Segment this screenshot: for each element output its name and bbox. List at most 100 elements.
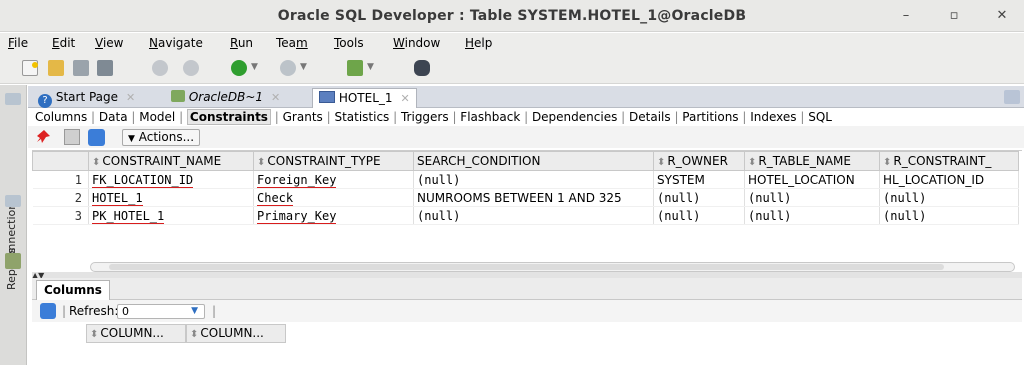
forward-icon[interactable] (280, 60, 296, 76)
cell-r-table-name[interactable]: (null) (744, 206, 880, 225)
cell-constraint-type[interactable]: Check (253, 188, 414, 207)
dock-icon-2[interactable] (5, 195, 21, 207)
back-icon[interactable] (231, 60, 247, 76)
binoculars-icon[interactable] (414, 60, 430, 76)
tab-partitions[interactable]: Partitions (682, 110, 738, 124)
close-tab-icon[interactable]: ✕ (271, 91, 280, 104)
tab-hotel-1[interactable]: HOTEL_1 ✕ (312, 88, 417, 108)
table-row[interactable]: 1 FK_LOCATION_ID Foreign_Key (null) SYST… (32, 170, 1019, 189)
refresh-icon[interactable] (40, 303, 56, 319)
new-icon[interactable] (22, 60, 38, 76)
close-tab-icon[interactable]: ✕ (126, 91, 135, 104)
menu-help[interactable]: Help (465, 36, 492, 50)
column-header-column-2[interactable]: ⬍ COLUMN... (186, 324, 286, 343)
column-header-constraint-name[interactable]: ⬍ CONSTRAINT_NAME (88, 151, 254, 171)
cell-r-constraint[interactable]: HL_LOCATION_ID (879, 170, 1019, 189)
row-number: 1 (32, 170, 89, 189)
column-header-r-owner[interactable]: ⬍ R_OWNER (653, 151, 745, 171)
tab-model[interactable]: Model (139, 110, 175, 124)
close-button[interactable]: ✕ (993, 7, 1011, 25)
cell-search-condition[interactable]: (null) (413, 206, 654, 225)
cell-r-owner[interactable]: (null) (653, 188, 745, 207)
table-row[interactable]: 2 HOTEL_1 Check NUMROOMS BETWEEN 1 AND 3… (32, 188, 1019, 207)
cell-r-owner[interactable]: SYSTEM (653, 170, 745, 189)
horizontal-scrollbar[interactable] (90, 262, 1015, 272)
tab-start-page[interactable]: ? Start Page ✕ (32, 88, 141, 108)
tab-grants[interactable]: Grants (283, 110, 323, 124)
menu-view[interactable]: View (95, 36, 123, 50)
scrollbar-thumb[interactable] (109, 264, 944, 270)
database-icon (171, 90, 185, 102)
tab-sql[interactable]: SQL (808, 110, 832, 124)
cell-constraint-name[interactable]: PK_HOTEL_1 (88, 206, 254, 225)
left-dock-strip: Connections Reports (0, 85, 27, 365)
column-header-r-constraint[interactable]: ⬍ R_CONSTRAINT_ (879, 151, 1019, 171)
menu-tools[interactable]: Tools (334, 36, 364, 50)
menu-navigate[interactable]: Navigate (149, 36, 203, 50)
minimize-button[interactable]: – (897, 7, 915, 25)
cell-r-table-name[interactable]: (null) (744, 188, 880, 207)
tab-list-icon[interactable] (1004, 90, 1020, 104)
row-number: 3 (32, 206, 89, 225)
tab-bottom-columns[interactable]: Columns (36, 280, 110, 300)
window-title: Oracle SQL Developer : Table SYSTEM.HOTE… (277, 8, 747, 24)
reports-icon[interactable] (5, 253, 21, 269)
table-row[interactable]: 3 PK_HOTEL_1 Primary_Key (null) (null) (… (32, 206, 1019, 225)
sql-dropdown-icon[interactable]: ▼ (367, 62, 374, 72)
dock-icon[interactable] (5, 93, 21, 105)
menu-window[interactable]: Window (393, 36, 440, 50)
open-folder-icon[interactable] (48, 60, 64, 76)
cell-r-owner[interactable]: (null) (653, 206, 745, 225)
refresh-interval-select[interactable]: 0 ▼ (117, 304, 205, 319)
column-header-column-1[interactable]: ⬍ COLUMN... (86, 324, 186, 343)
dropdown-arrow-icon: ▼ (128, 134, 135, 144)
cell-search-condition[interactable]: NUMROOMS BETWEEN 1 AND 325 (413, 188, 654, 207)
redo-icon[interactable] (183, 60, 199, 76)
cell-r-constraint[interactable]: (null) (879, 188, 1019, 207)
save-all-icon[interactable] (97, 60, 113, 76)
tab-columns[interactable]: Columns (35, 110, 87, 124)
tab-flashback[interactable]: Flashback (460, 110, 520, 124)
tab-data[interactable]: Data (99, 110, 128, 124)
table-icon (319, 91, 335, 103)
object-subtabs: Columns | Data | Model | Constraints | G… (28, 108, 1024, 126)
cell-r-constraint[interactable]: (null) (879, 206, 1019, 225)
tab-constraints[interactable]: Constraints (186, 109, 271, 125)
document-tabs: ? Start Page ✕ OracleDB~1 ✕ HOTEL_1 ✕ (28, 86, 1024, 108)
back-dropdown-icon[interactable]: ▼ (251, 62, 258, 72)
cell-constraint-name[interactable]: HOTEL_1 (88, 188, 254, 207)
forward-dropdown-icon[interactable]: ▼ (300, 62, 307, 72)
columns-panel: Columns | Refresh: 0 ▼ | ⬍ COLUMN... ⬍ COL… (32, 278, 1022, 365)
sort-icon: ⬍ (92, 157, 101, 168)
tab-dependencies[interactable]: Dependencies (532, 110, 617, 124)
sql-worksheet-icon[interactable] (347, 60, 363, 76)
column-header-r-table-name[interactable]: ⬍ R_TABLE_NAME (744, 151, 880, 171)
close-tab-icon[interactable]: ✕ (401, 92, 410, 105)
cell-search-condition[interactable]: (null) (413, 170, 654, 189)
actions-button[interactable]: ▼ Actions... (122, 129, 201, 146)
save-icon[interactable] (73, 60, 89, 76)
sort-icon: ⬍ (748, 157, 757, 168)
refresh-icon[interactable] (88, 129, 105, 146)
row-number-header (32, 151, 89, 171)
cell-constraint-type[interactable]: Primary_Key (253, 206, 414, 225)
tab-details[interactable]: Details (629, 110, 671, 124)
tab-indexes[interactable]: Indexes (750, 110, 796, 124)
column-header-constraint-type[interactable]: ⬍ CONSTRAINT_TYPE (253, 151, 414, 171)
pin-icon[interactable] (36, 129, 52, 145)
edit-icon[interactable] (64, 129, 80, 145)
menu-team[interactable]: Team (276, 36, 308, 50)
cell-constraint-type[interactable]: Foreign_Key (253, 170, 414, 189)
column-header-search-condition[interactable]: SEARCH_CONDITION (413, 151, 654, 171)
tab-statistics[interactable]: Statistics (334, 110, 389, 124)
tab-connection[interactable]: OracleDB~1 ✕ (165, 88, 286, 108)
menu-file[interactable]: File (8, 36, 28, 50)
undo-icon[interactable] (152, 60, 168, 76)
sort-icon: ⬍ (90, 329, 99, 340)
menu-edit[interactable]: Edit (52, 36, 75, 50)
cell-constraint-name[interactable]: FK_LOCATION_ID (88, 170, 254, 189)
tab-triggers[interactable]: Triggers (401, 110, 449, 124)
maximize-button[interactable]: ▫ (945, 7, 963, 25)
cell-r-table-name[interactable]: HOTEL_LOCATION (744, 170, 880, 189)
menu-run[interactable]: Run (230, 36, 253, 50)
